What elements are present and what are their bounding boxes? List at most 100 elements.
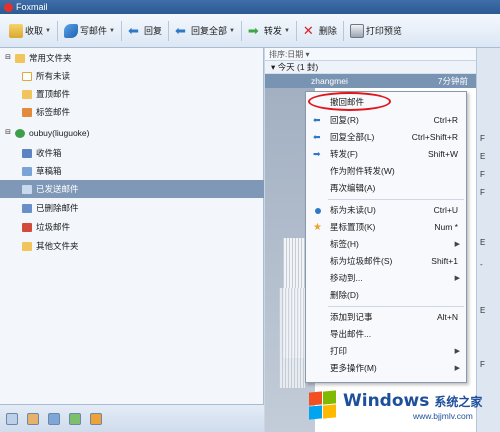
chevron-down-icon[interactable]: ▼ xyxy=(109,28,115,34)
selected-message-row[interactable]: zhangmei 7分钟前 xyxy=(265,74,476,88)
delete-label: 删除 xyxy=(318,26,337,36)
foxmail-logo-icon xyxy=(4,2,13,12)
menu-item-label: 回复全部(L) xyxy=(330,132,375,142)
watermark-url: www.bjjmlv.com xyxy=(413,411,473,421)
menu-shortcut: Ctrl+U xyxy=(433,205,458,215)
menu-shortcut: Ctrl+Shift+R xyxy=(411,132,458,142)
folder-group-common[interactable]: ⊟ 常用文件夹 xyxy=(0,49,264,67)
module-switcher xyxy=(0,404,264,432)
submenu-arrow-icon: ▶ xyxy=(454,275,460,282)
annotation-highlight-oval xyxy=(308,92,391,111)
account-row[interactable]: ⊟ oubuy(liuguoke) xyxy=(0,124,264,142)
watermark-site-name: 系统之家 xyxy=(434,395,483,409)
folder-item-junk[interactable]: 垃圾邮件 xyxy=(0,218,264,236)
folder-item-other[interactable]: 其他文件夹 xyxy=(0,237,264,255)
calendar-module-icon[interactable] xyxy=(48,412,60,425)
notes-module-icon[interactable] xyxy=(69,412,81,425)
menu-item-label: 星标置顶(K) xyxy=(330,222,376,232)
folder-item-pinned[interactable]: 置顶邮件 xyxy=(0,85,264,103)
reply-button[interactable]: ⬅ 回复 xyxy=(123,20,167,42)
menu-item-delete[interactable]: 删除(D) xyxy=(306,287,466,304)
junk-icon xyxy=(22,222,32,232)
folder-item-deleted[interactable]: 已删除邮件 xyxy=(0,199,264,217)
delete-button[interactable]: ✕ 删除 xyxy=(298,20,342,42)
blurred-region xyxy=(279,288,305,388)
collapse-icon[interactable]: ▾ xyxy=(271,62,278,72)
folder-label: 垃圾邮件 xyxy=(36,222,71,232)
collapse-icon[interactable]: ⊟ xyxy=(4,54,12,62)
folder-label: 草稿箱 xyxy=(36,166,62,176)
message-sender: zhangmei xyxy=(311,76,348,86)
folder-item-all-unread[interactable]: 所有未读 xyxy=(0,67,264,85)
write-mail-button[interactable]: 写邮件 ▼ xyxy=(59,20,120,42)
submenu-arrow-icon: ▶ xyxy=(454,365,460,372)
print-preview-button[interactable]: 打印预览 xyxy=(345,20,407,42)
menu-item-label: 添加到记事 xyxy=(330,312,373,322)
contacts-module-icon[interactable] xyxy=(27,412,39,425)
preview-fragment: F xyxy=(480,188,485,197)
menu-item-mark-unread[interactable]: 标为未读(U) Ctrl+U xyxy=(306,202,466,219)
submenu-arrow-icon: ▶ xyxy=(454,241,460,248)
menu-separator xyxy=(328,199,464,200)
menu-item-more-actions[interactable]: 更多操作(M) ▶ xyxy=(306,360,466,377)
chevron-down-icon[interactable]: ▼ xyxy=(229,28,235,34)
pin-folder-icon xyxy=(22,89,32,99)
folder-icon xyxy=(22,241,32,251)
menu-item-label: 标为垃圾邮件(S) xyxy=(330,256,393,266)
folder-label: 其他文件夹 xyxy=(36,241,79,251)
folder-label: 置顶邮件 xyxy=(36,89,71,99)
menu-item-move-to[interactable]: 移动到... ▶ xyxy=(306,270,466,287)
date-group-label: 今天 (1 封) xyxy=(277,62,319,72)
menu-item-export[interactable]: 导出邮件... xyxy=(306,326,466,343)
inbox-icon xyxy=(22,148,32,158)
receive-label: 收取 xyxy=(25,26,44,36)
toolbar-divider xyxy=(240,20,242,41)
forward-button[interactable]: ➡ 转发 ▼ xyxy=(243,20,295,42)
toolbar-divider xyxy=(342,20,344,41)
sort-selector[interactable]: 排序:日期 ▾ xyxy=(265,48,476,61)
preview-pane-edge: F E F F E - E F xyxy=(476,48,500,432)
folder-item-drafts[interactable]: 草稿箱 xyxy=(0,162,264,180)
menu-item-add-to-notes[interactable]: 添加到记事 Alt+N xyxy=(306,309,466,326)
reply-all-button[interactable]: ⬅ 回复全部 ▼ xyxy=(170,20,240,42)
menu-item-label: 再次编辑(A) xyxy=(330,183,376,193)
main-toolbar: 收取 ▼ 写邮件 ▼ ⬅ 回复 ⬅ 回复全部 ▼ ➡ 转发 ▼ ✕ 删除 打印预… xyxy=(0,14,500,48)
print-icon xyxy=(349,23,364,38)
watermark-text: Windows 系统之家 www.bjjmlv.com xyxy=(343,391,482,421)
submenu-arrow-icon: ▶ xyxy=(454,348,460,355)
toolbar-divider xyxy=(56,20,58,41)
menu-item-forward-as-attachment[interactable]: 作为附件转发(W) xyxy=(306,163,466,180)
chevron-down-icon[interactable]: ▼ xyxy=(45,28,51,34)
menu-item-label: 删除(D) xyxy=(330,290,359,300)
menu-shortcut: Shift+W xyxy=(428,149,458,159)
folder-item-sent[interactable]: 已发送邮件 xyxy=(0,180,264,198)
menu-item-edit-again[interactable]: 再次编辑(A) xyxy=(306,180,466,197)
folder-item-inbox[interactable]: 收件箱 xyxy=(0,144,264,162)
message-time: 7分钟前 xyxy=(437,76,468,86)
folder-item-tagged[interactable]: 标签邮件 xyxy=(0,103,264,121)
menu-item-forward[interactable]: ➡ 转发(F) Shift+W xyxy=(306,146,466,163)
menu-item-print[interactable]: 打印 ▶ xyxy=(306,343,466,360)
menu-item-reply[interactable]: ⬅ 回复(R) Ctrl+R xyxy=(306,112,466,129)
rss-module-icon[interactable] xyxy=(90,412,102,425)
chevron-down-icon[interactable]: ▼ xyxy=(284,28,290,34)
menu-item-mark-junk[interactable]: 标为垃圾邮件(S) Shift+1 xyxy=(306,253,466,270)
menu-item-label: 更多操作(M) xyxy=(330,363,377,373)
preview-fragment: F xyxy=(480,134,485,143)
toolbar-divider xyxy=(295,20,297,41)
menu-item-reply-all[interactable]: ⬅ 回复全部(L) Ctrl+Shift+R xyxy=(306,129,466,146)
trash-icon xyxy=(22,203,32,213)
receive-button[interactable]: 收取 ▼ xyxy=(4,20,56,42)
menu-item-star-pin[interactable]: ★ 星标置顶(K) Num * xyxy=(306,219,466,236)
menu-item-tags[interactable]: 标签(H) ▶ xyxy=(306,236,466,253)
reply-label: 回复 xyxy=(143,26,162,36)
date-group-header[interactable]: ▾ 今天 (1 封) xyxy=(265,61,476,74)
unread-dot-icon xyxy=(315,208,321,214)
collapse-icon[interactable]: ⊟ xyxy=(4,129,12,137)
folder-group-label: 常用文件夹 xyxy=(29,53,72,63)
menu-item-label: 作为附件转发(W) xyxy=(330,166,395,176)
menu-item-label: 回复(R) xyxy=(330,115,359,125)
receive-icon xyxy=(9,23,23,38)
mail-module-icon[interactable] xyxy=(6,412,18,425)
toolbar-divider xyxy=(167,20,169,41)
